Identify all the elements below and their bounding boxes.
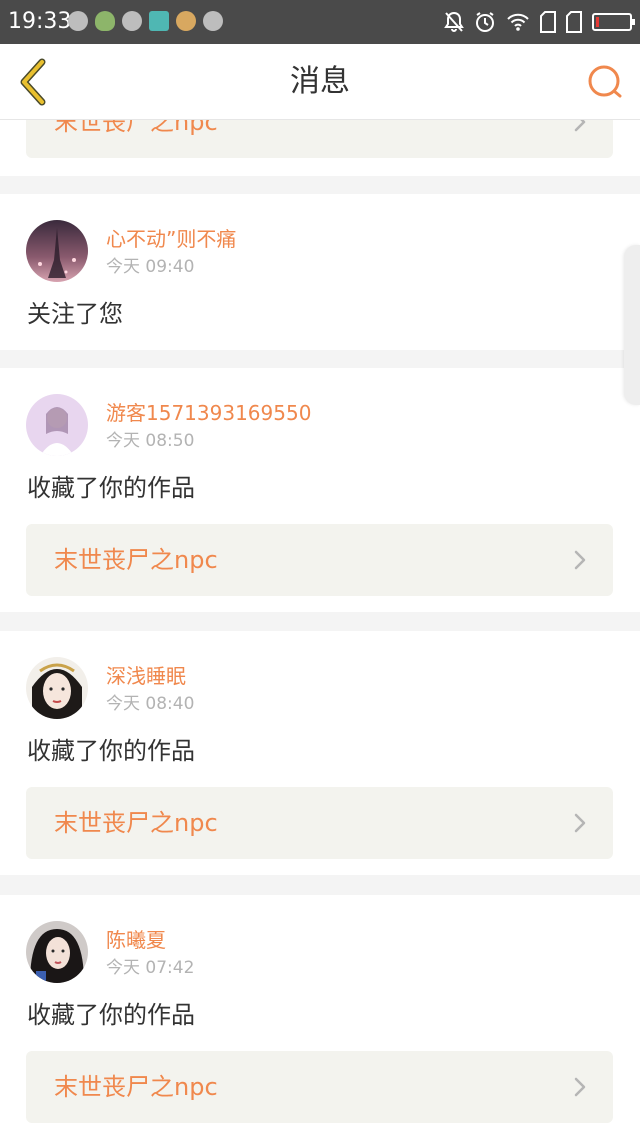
battery-icon [592,13,635,31]
username[interactable]: 心不动”则不痛 [106,226,236,252]
alarm-icon [474,11,496,33]
action-text: 收藏了你的作品 [27,1001,195,1029]
app-icon [122,11,142,31]
action-text: 收藏了你的作品 [27,737,195,765]
message-time: 今天 08:40 [106,694,195,714]
work-link[interactable]: 末世丧尸之npc [26,1051,613,1123]
message-card: 末世丧尸之npc [0,120,640,176]
action-text: 收藏了你的作品 [27,474,195,502]
sim-icon [540,11,556,33]
notification-icons [68,11,223,33]
leaf-icon [95,11,115,31]
work-link[interactable]: 末世丧尸之npc [26,524,613,596]
message-card: 游客1571393169550 今天 08:50 收藏了你的作品 末世丧尸之np… [0,368,640,612]
username[interactable]: 游客1571393169550 [106,400,311,426]
work-title: 末世丧尸之npc [54,546,218,574]
search-button[interactable] [586,63,624,101]
sim-icon [566,11,582,33]
page-title: 消息 [290,64,350,99]
work-title: 末世丧尸之npc [54,1073,218,1101]
work-title: 末世丧尸之npc [54,809,218,837]
avatar[interactable] [26,921,88,983]
app-icon [68,11,88,31]
wifi-icon [506,12,530,32]
chevron-right-icon [574,813,586,833]
message-time: 今天 07:42 [106,958,195,978]
search-icon [588,65,622,98]
message-card: 心不动”则不痛 今天 09:40 关注了您 [0,194,640,350]
username[interactable]: 陈曦夏 [106,927,166,953]
message-list[interactable]: 末世丧尸之npc 心不动”则不痛 今天 09:40 关注了您 游客1571393… [0,120,640,1138]
work-link[interactable]: 末世丧尸之npc [26,120,613,158]
app-icon [203,11,223,31]
status-right-icons [444,9,635,35]
message-card: 深浅睡眠 今天 08:40 收藏了你的作品 末世丧尸之npc [0,631,640,875]
side-drawer-handle[interactable] [624,245,640,405]
chevron-right-icon [574,550,586,570]
header: 消息 [0,44,640,120]
avatar[interactable] [26,394,88,456]
battery-level [596,17,599,27]
work-title: 末世丧尸之npc [54,120,218,136]
avatar[interactable] [26,220,88,282]
username[interactable]: 深浅睡眠 [106,663,186,689]
chevron-right-icon [574,1077,586,1097]
face-icon [176,11,196,31]
mute-bell-icon [444,11,464,33]
chevron-right-icon [574,120,586,132]
work-link[interactable]: 末世丧尸之npc [26,787,613,859]
status-bar: 19:33 [0,0,640,44]
message-time: 今天 08:50 [106,431,195,451]
message-time: 今天 09:40 [106,257,195,277]
action-text: 关注了您 [27,300,123,328]
scan-icon [149,11,169,31]
avatar[interactable] [26,657,88,719]
message-card: 陈曦夏 今天 07:42 收藏了你的作品 末世丧尸之npc [0,895,640,1138]
status-time: 19:33 [8,9,72,34]
